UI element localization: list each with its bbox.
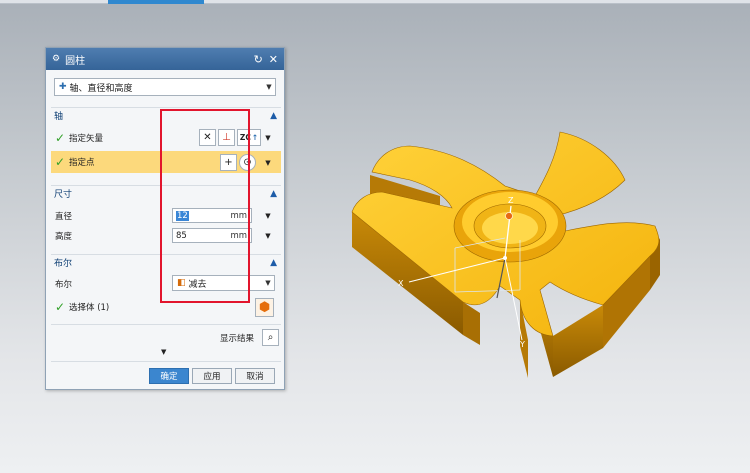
select-body-label: 选择体 (1): [69, 303, 110, 313]
diameter-dropdown-arrow[interactable]: ▼: [263, 208, 273, 223]
select-body-button[interactable]: ⬢: [255, 298, 274, 317]
chevron-down-icon: ▼: [266, 83, 272, 91]
show-result-label: 显示结果: [220, 334, 255, 344]
close-icon[interactable]: ✕: [269, 53, 278, 66]
specify-point-label: 指定点: [69, 158, 95, 168]
checkmark-icon: ✓: [55, 131, 66, 145]
y-axis-label: Y: [519, 340, 525, 349]
diameter-label: 直径: [55, 212, 73, 222]
arrow-up-icon: ↑: [251, 133, 259, 142]
solid-body-icon: ⬢: [258, 300, 271, 315]
expand-more-icon[interactable]: ▼: [161, 348, 166, 356]
gear-icon[interactable]: ⚙: [52, 54, 60, 64]
collapse-caret-icon: ▲: [270, 110, 277, 121]
divider: [51, 324, 281, 325]
point-handle-icon[interactable]: [505, 212, 513, 220]
divider: [51, 361, 281, 362]
annotation-highlight-box: [160, 109, 250, 303]
height-label: 高度: [55, 232, 73, 242]
show-result-button[interactable]: ⌕: [262, 329, 279, 346]
boolean-label: 布尔: [55, 280, 73, 290]
checkmark-icon: ✓: [55, 155, 66, 169]
reset-icon[interactable]: ↻: [254, 53, 263, 66]
apply-button[interactable]: 应用: [192, 368, 232, 384]
type-selector[interactable]: ✚ 轴、直径和高度 ▼: [54, 78, 276, 96]
collapse-caret-icon: ▲: [270, 188, 277, 199]
vector-dropdown-arrow[interactable]: ▼: [263, 130, 273, 145]
height-dropdown-arrow[interactable]: ▼: [263, 228, 273, 243]
specify-vector-label: 指定矢量: [69, 134, 104, 144]
magnifier-icon: ⌕: [267, 332, 274, 343]
ok-button[interactable]: 确定: [149, 368, 189, 384]
point-dropdown-arrow[interactable]: ▼: [263, 155, 273, 170]
cancel-button[interactable]: 取消: [235, 368, 275, 384]
axis-type-icon: ✚: [59, 82, 67, 92]
chevron-down-icon: ▼: [265, 279, 271, 287]
type-selector-value: 轴、直径和高度: [69, 83, 133, 94]
checkmark-icon: ✓: [55, 300, 66, 314]
dialog-titlebar[interactable]: ⚙ 圆柱 ↻ ✕: [46, 48, 284, 70]
x-axis-label: X: [398, 279, 404, 288]
collapse-caret-icon: ▲: [270, 257, 277, 268]
z-axis-label: Z: [508, 196, 514, 205]
dialog-title: 圆柱: [65, 55, 86, 67]
